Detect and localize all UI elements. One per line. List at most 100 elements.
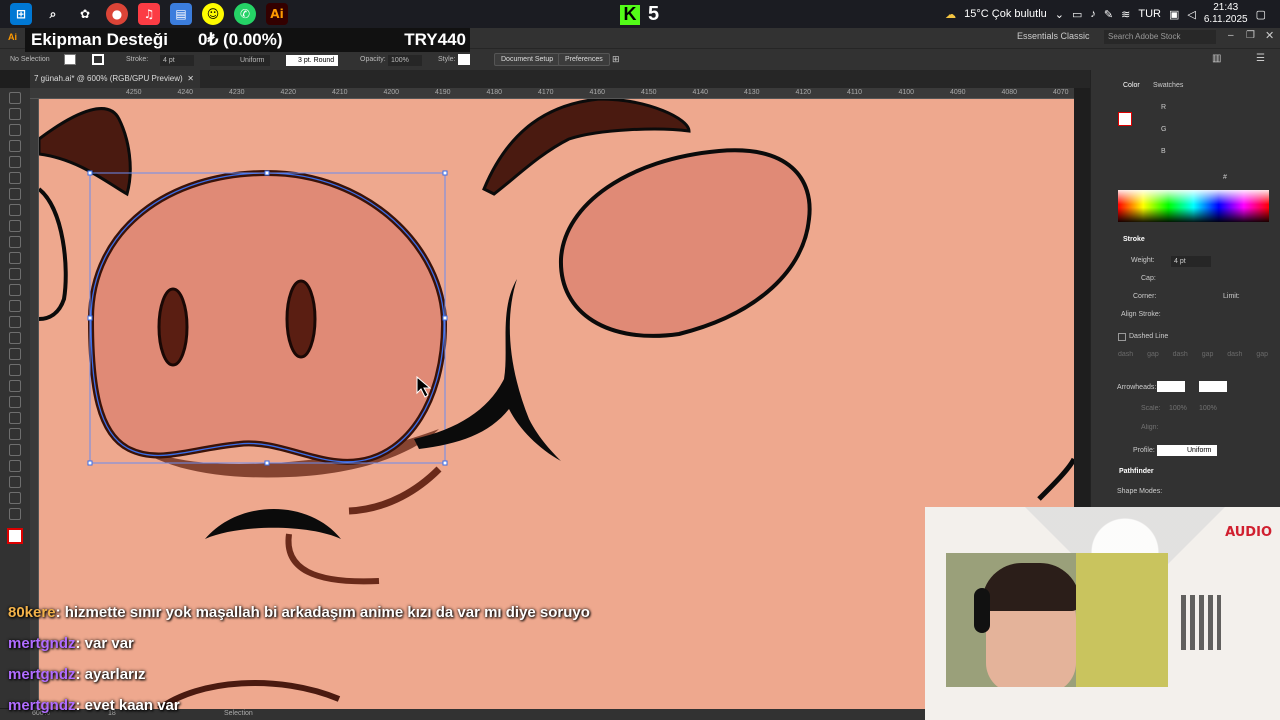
column-graph-tool-icon[interactable] <box>9 460 21 472</box>
itunes-icon[interactable]: ♫ <box>138 3 160 25</box>
eyedropper-tool-icon[interactable] <box>9 412 21 424</box>
artboard-tool-icon[interactable] <box>9 476 21 488</box>
style-swatch[interactable] <box>458 54 470 65</box>
arrange-icon[interactable]: ⊞ <box>612 54 620 65</box>
type-tool-icon[interactable] <box>9 188 21 200</box>
document-setup-button[interactable]: Document Setup <box>494 53 561 66</box>
chatgpt-icon[interactable]: ✿ <box>74 3 96 25</box>
stroke-weight-field[interactable]: 4 pt <box>160 55 194 66</box>
screen: ⊞ ⌕ ✿ ● ♫ ▤ ☺ ✆ Ai K 5 ☁ 15°C Çok bulutl… <box>0 0 1280 720</box>
explorer-icon[interactable]: ▤ <box>170 3 192 25</box>
snapchat-icon[interactable]: ☺ <box>202 3 224 25</box>
width-tool-icon[interactable] <box>9 316 21 328</box>
profile-label: Profile: <box>1133 447 1155 454</box>
dash-field-3[interactable]: dash <box>1227 351 1242 358</box>
channel-g-label: G <box>1161 126 1167 133</box>
stroke-swatch[interactable] <box>92 54 104 65</box>
tray-battery-icon[interactable]: ▭ <box>1072 8 1082 21</box>
eraser-tool-icon[interactable] <box>9 268 21 280</box>
ruler-tick-label: 4120 <box>795 89 812 96</box>
weather-text[interactable]: 15°C Çok bulutlu <box>964 8 1047 20</box>
tray-network-icon[interactable]: ▣ <box>1169 8 1179 21</box>
window-restore-icon[interactable]: ❐ <box>1246 30 1255 41</box>
arrowheads-label: Arrowheads: <box>1117 384 1157 391</box>
opacity-field[interactable]: 100% <box>388 55 422 66</box>
preferences-button[interactable]: Preferences <box>558 53 610 66</box>
workspace-switcher[interactable]: Essentials Classic <box>1017 31 1090 41</box>
fill-stroke-indicator[interactable] <box>1118 112 1132 126</box>
tray-pen-icon[interactable]: ✎ <box>1104 8 1113 21</box>
blend-tool-icon[interactable] <box>9 428 21 440</box>
adobe-stock-search[interactable]: Search Adobe Stock <box>1104 30 1216 44</box>
panel-menu-icon[interactable]: ☰ <box>1256 53 1265 64</box>
streamer-hair <box>982 563 1080 611</box>
ruler-tick-label: 4150 <box>641 89 657 96</box>
gap-field-2[interactable]: gap <box>1202 351 1214 358</box>
stroke-profile-select[interactable]: Uniform <box>210 55 270 66</box>
lasso-tool-icon[interactable] <box>9 140 21 152</box>
perspective-grid-tool-icon[interactable] <box>9 364 21 376</box>
scale-tool-icon[interactable] <box>9 300 21 312</box>
pen-tool-icon[interactable] <box>9 156 21 168</box>
arrowhead-end-select[interactable] <box>1199 381 1227 392</box>
illustrator-icon[interactable]: Ai <box>266 3 288 25</box>
tab-swatches[interactable]: Swatches <box>1153 82 1183 89</box>
hand-tool-icon[interactable] <box>9 492 21 504</box>
panel-layout-icon[interactable]: ▥ <box>1212 53 1221 64</box>
close-tab-icon[interactable]: ✕ <box>187 70 194 88</box>
pathfinder-header[interactable]: Pathfinder <box>1119 468 1154 475</box>
profile-select[interactable]: Uniform <box>1157 445 1217 456</box>
selection-tool-icon[interactable] <box>9 92 21 104</box>
shape-builder-tool-icon[interactable] <box>9 348 21 360</box>
kick-logo-icon: K <box>620 4 640 25</box>
dashed-line-checkbox[interactable] <box>1118 333 1126 341</box>
tray-wifi-icon[interactable]: ≋ <box>1121 8 1130 21</box>
symbol-sprayer-tool-icon[interactable] <box>9 444 21 456</box>
stroke-panel-header[interactable]: Stroke <box>1123 236 1145 243</box>
zoom-tool-icon[interactable] <box>9 508 21 520</box>
language-indicator[interactable]: TUR <box>1138 8 1161 20</box>
magic-wand-tool-icon[interactable] <box>9 124 21 136</box>
line-tool-icon[interactable] <box>9 204 21 216</box>
clock[interactable]: 21:43 6.11.2025 <box>1204 2 1248 26</box>
scale-start-field[interactable]: 100% <box>1169 405 1187 412</box>
rotate-tool-icon[interactable] <box>9 284 21 296</box>
free-transform-tool-icon[interactable] <box>9 332 21 344</box>
search-icon[interactable]: ⌕ <box>42 3 64 25</box>
paintbrush-tool-icon[interactable] <box>9 236 21 248</box>
window-minimize-icon[interactable]: – <box>1228 30 1234 41</box>
gap-field-3[interactable]: gap <box>1256 351 1268 358</box>
whatsapp-icon[interactable]: ✆ <box>234 3 256 25</box>
brush-select[interactable]: 3 pt. Round <box>286 55 338 66</box>
windows-start-icon[interactable]: ⊞ <box>10 3 32 25</box>
tray-chevron-icon[interactable]: ⌄ <box>1055 8 1064 21</box>
scale-end-field[interactable]: 100% <box>1199 405 1217 412</box>
mesh-tool-icon[interactable] <box>9 380 21 392</box>
gap-field-1[interactable]: gap <box>1147 351 1159 358</box>
arrowhead-start-select[interactable] <box>1157 381 1185 392</box>
gradient-tool-icon[interactable] <box>9 396 21 408</box>
direct-selection-tool-icon[interactable] <box>9 108 21 120</box>
window-close-icon[interactable]: ✕ <box>1265 29 1274 42</box>
dash-field-2[interactable]: dash <box>1173 351 1188 358</box>
fill-stroke-swatches[interactable] <box>7 528 23 544</box>
tray-volume-icon[interactable]: ◁ <box>1187 8 1195 21</box>
color-spectrum[interactable] <box>1118 190 1269 222</box>
ruler-tick-label: 4090 <box>950 89 966 96</box>
chrome-icon[interactable]: ● <box>106 3 128 25</box>
notifications-icon[interactable]: ▢ <box>1256 8 1266 21</box>
weight-field[interactable]: 4 pt <box>1171 256 1211 267</box>
horizontal-ruler[interactable]: 4250 4240 4230 4220 4210 4200 4190 4180 4170 4160… <box>30 88 1120 99</box>
dash-field-1[interactable]: dash <box>1118 351 1133 358</box>
channel-r-label: R <box>1161 104 1167 111</box>
properties-panels: Color Swatches R G B # Stroke Weight: 4 … <box>1090 70 1280 520</box>
snout <box>87 169 448 465</box>
tab-color[interactable]: Color <box>1123 82 1140 89</box>
curvature-tool-icon[interactable] <box>9 172 21 184</box>
document-tab[interactable]: 7 günah.ai* @ 600% (RGB/GPU Preview) ✕ <box>30 70 200 88</box>
tray-mic-icon[interactable]: ♪ <box>1090 8 1096 20</box>
fill-swatch[interactable] <box>64 54 76 65</box>
rectangle-tool-icon[interactable] <box>9 220 21 232</box>
shaper-tool-icon[interactable] <box>9 252 21 264</box>
dashed-line-label: Dashed Line <box>1129 333 1169 340</box>
